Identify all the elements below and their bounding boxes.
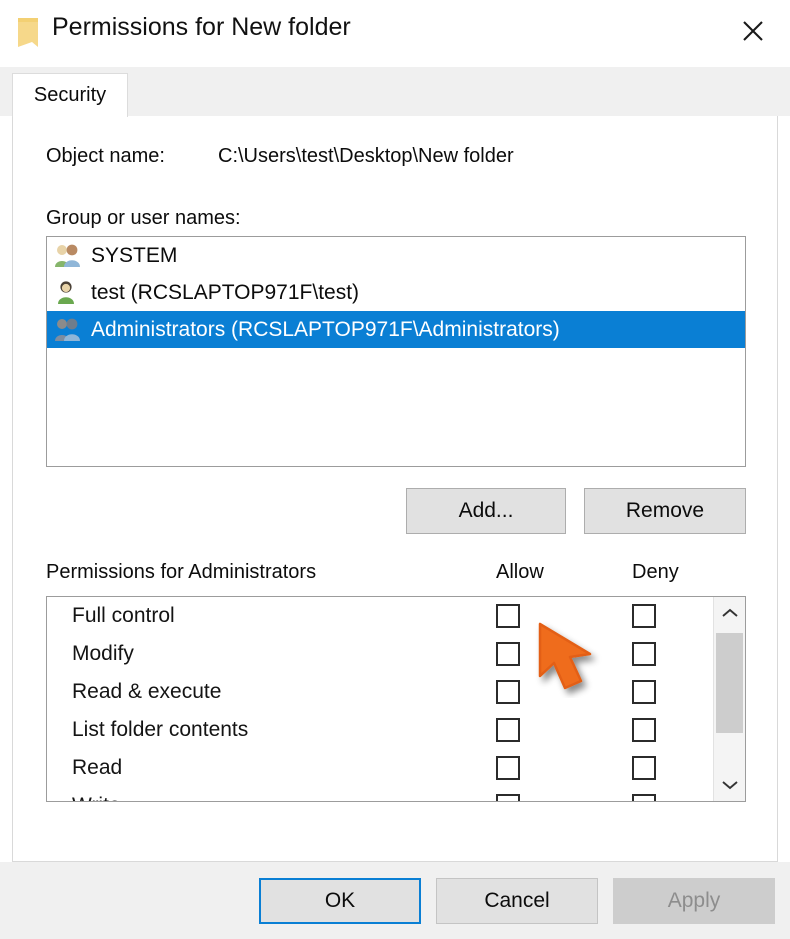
dialog-footer: OK Cancel Apply bbox=[0, 862, 790, 939]
window-title: Permissions for New folder bbox=[52, 13, 351, 42]
cancel-button-label: Cancel bbox=[484, 889, 549, 913]
allow-checkbox-write[interactable] bbox=[496, 794, 520, 802]
permission-label: Full control bbox=[72, 604, 175, 628]
close-icon[interactable] bbox=[734, 12, 772, 50]
permissions-rows: Full control Modify Read & execute List … bbox=[47, 597, 714, 802]
chevron-up-icon[interactable] bbox=[714, 597, 745, 629]
table-row[interactable]: Read & execute bbox=[47, 673, 714, 711]
user-icon bbox=[53, 279, 82, 306]
permissions-title: Permissions for Administrators bbox=[46, 561, 316, 584]
permission-label: Read bbox=[72, 756, 122, 780]
tab-strip: Security bbox=[0, 67, 790, 116]
permission-label: Write bbox=[72, 794, 121, 802]
add-button[interactable]: Add... bbox=[406, 488, 566, 534]
table-row[interactable]: Write bbox=[47, 787, 714, 802]
apply-button: Apply bbox=[613, 878, 775, 924]
list-item-label: test (RCSLAPTOP971F\test) bbox=[91, 281, 359, 305]
table-row[interactable]: Full control bbox=[47, 597, 714, 635]
allow-column-header: Allow bbox=[496, 561, 544, 584]
group-icon bbox=[53, 242, 82, 269]
deny-checkbox-list-folder-contents[interactable] bbox=[632, 718, 656, 742]
list-item-label: Administrators (RCSLAPTOP971F\Administra… bbox=[91, 318, 560, 342]
object-name-value: C:\Users\test\Desktop\New folder bbox=[218, 145, 514, 168]
table-row[interactable]: Modify bbox=[47, 635, 714, 673]
permission-label: Read & execute bbox=[72, 680, 221, 704]
security-panel: Object name: C:\Users\test\Desktop\New f… bbox=[12, 110, 778, 862]
deny-checkbox-read-execute[interactable] bbox=[632, 680, 656, 704]
list-item-label: SYSTEM bbox=[91, 244, 177, 268]
remove-button-label: Remove bbox=[626, 499, 704, 523]
allow-checkbox-full-control[interactable] bbox=[496, 604, 520, 628]
add-button-label: Add... bbox=[459, 499, 514, 523]
deny-checkbox-full-control[interactable] bbox=[632, 604, 656, 628]
allow-checkbox-read[interactable] bbox=[496, 756, 520, 780]
allow-checkbox-read-execute[interactable] bbox=[496, 680, 520, 704]
chevron-down-icon[interactable] bbox=[714, 769, 745, 801]
folder-icon bbox=[18, 18, 38, 47]
deny-column-header: Deny bbox=[632, 561, 679, 584]
object-name-label: Object name: bbox=[46, 145, 165, 168]
deny-checkbox-write[interactable] bbox=[632, 794, 656, 802]
permissions-list[interactable]: Full control Modify Read & execute List … bbox=[46, 596, 746, 802]
group-list-label: Group or user names: bbox=[46, 207, 241, 230]
group-or-user-list[interactable]: SYSTEM test (RCSLAPTOP971F\test) bbox=[46, 236, 746, 467]
scrollbar-thumb[interactable] bbox=[716, 633, 743, 733]
permission-label: Modify bbox=[72, 642, 134, 666]
allow-checkbox-list-folder-contents[interactable] bbox=[496, 718, 520, 742]
table-row[interactable]: List folder contents bbox=[47, 711, 714, 749]
title-bar: Permissions for New folder bbox=[0, 0, 790, 67]
list-item[interactable]: SYSTEM bbox=[47, 237, 745, 274]
list-item[interactable]: test (RCSLAPTOP971F\test) bbox=[47, 274, 745, 311]
remove-button[interactable]: Remove bbox=[584, 488, 746, 534]
allow-checkbox-modify[interactable] bbox=[496, 642, 520, 666]
table-row[interactable]: Read bbox=[47, 749, 714, 787]
tab-security-label: Security bbox=[34, 84, 106, 107]
tab-security[interactable]: Security bbox=[12, 73, 128, 117]
list-item-selected[interactable]: Administrators (RCSLAPTOP971F\Administra… bbox=[47, 311, 745, 348]
permission-label: List folder contents bbox=[72, 718, 248, 742]
ok-button-label: OK bbox=[325, 889, 355, 913]
cancel-button[interactable]: Cancel bbox=[436, 878, 598, 924]
apply-button-label: Apply bbox=[668, 889, 721, 913]
deny-checkbox-modify[interactable] bbox=[632, 642, 656, 666]
permissions-scrollbar[interactable] bbox=[713, 597, 745, 801]
deny-checkbox-read[interactable] bbox=[632, 756, 656, 780]
ok-button[interactable]: OK bbox=[259, 878, 421, 924]
group-icon bbox=[53, 316, 82, 343]
